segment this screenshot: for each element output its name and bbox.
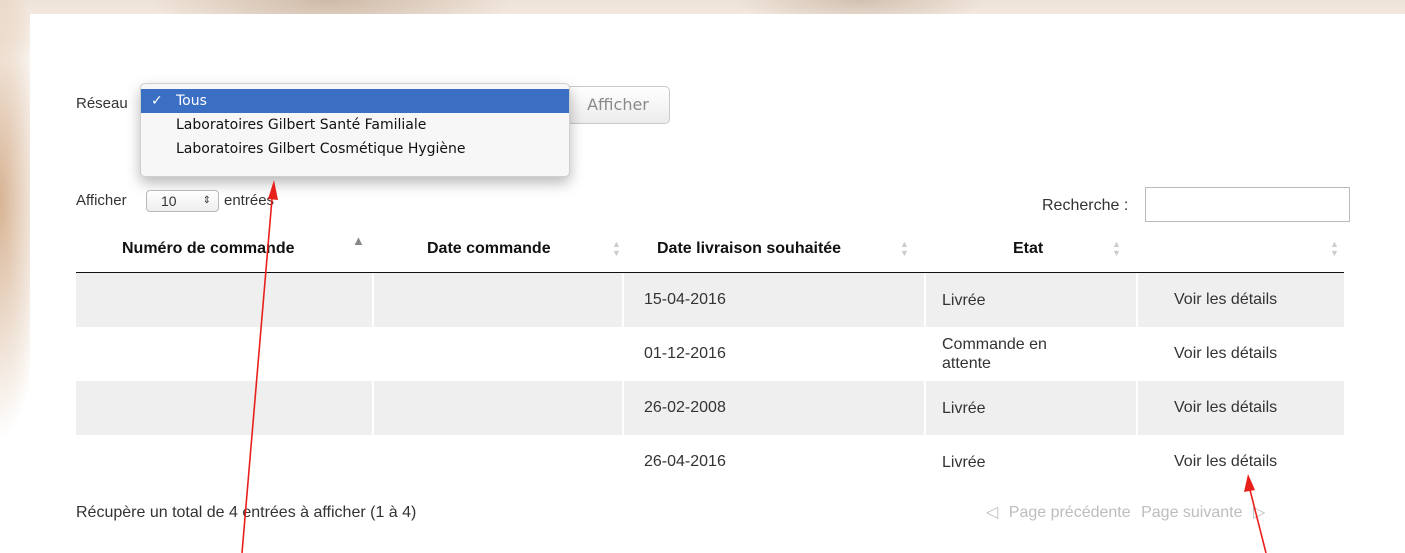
sort-both-icon[interactable]: ▲▼ (1330, 240, 1339, 258)
dropdown-option-sante-familiale[interactable]: Laboratoires Gilbert Santé Familiale (141, 113, 569, 137)
cell-date-commande (374, 381, 622, 435)
option-label: Laboratoires Gilbert Cosmétique Hygiène (176, 141, 466, 157)
dropdown-option-cosmetique-hygiene[interactable]: Laboratoires Gilbert Cosmétique Hygiène (141, 137, 569, 161)
afficher-button[interactable]: Afficher (566, 86, 670, 124)
next-arrow-icon[interactable]: ▷ (1253, 504, 1265, 521)
cell-date-commande (374, 327, 622, 381)
option-label: Laboratoires Gilbert Santé Familiale (176, 117, 427, 133)
orders-table: Numéro de commande ▲ Date commande ▲▼ Da… (76, 226, 1344, 489)
sort-both-icon[interactable]: ▲▼ (900, 240, 909, 258)
column-header-date-commande[interactable]: Date commande (427, 226, 551, 272)
table-row: 15-04-2016 Livrée Voir les détails (76, 273, 1344, 327)
column-header-etat[interactable]: Etat (1013, 226, 1043, 272)
sort-both-icon[interactable]: ▲▼ (612, 240, 621, 258)
column-header-label: Date commande (427, 240, 551, 257)
previous-arrow-icon[interactable]: ◁ (986, 504, 998, 521)
cell-date-commande (374, 273, 622, 327)
column-header-date-livraison[interactable]: Date livraison souhaitée (657, 226, 841, 272)
search-label: Recherche : (1042, 197, 1129, 214)
cell-numero (76, 327, 372, 381)
next-page-link[interactable]: Page suivante (1141, 504, 1242, 521)
select-arrows-icon: ⇕ (202, 195, 211, 206)
column-header-label: Date livraison souhaitée (657, 240, 842, 257)
cell-numero (76, 435, 372, 489)
sort-both-icon[interactable]: ▲▼ (1112, 240, 1121, 258)
table-row: 26-04-2016 Livrée Voir les détails (76, 435, 1344, 489)
entries-length-select[interactable]: 10 ⇕ (146, 190, 219, 212)
reseau-dropdown-menu[interactable]: ✓ Tous Laboratoires Gilbert Santé Famili… (140, 83, 570, 177)
column-header-numero[interactable]: Numéro de commande (122, 226, 294, 272)
table-row: 26-02-2008 Livrée Voir les détails (76, 381, 1344, 435)
show-entries-suffix: entrées (224, 192, 275, 209)
pagination: ◁ Page précédente Page suivante ▷ (986, 502, 1271, 522)
dropdown-option-tous[interactable]: ✓ Tous (141, 89, 569, 113)
show-entries-prefix: Afficher (76, 192, 127, 209)
cell-etat: Livrée (942, 453, 986, 471)
checkmark-icon: ✓ (151, 93, 163, 109)
voir-details-link[interactable]: Voir les détails (1138, 381, 1344, 435)
cell-numero (76, 273, 372, 327)
cell-date-commande (374, 435, 622, 489)
previous-page-link[interactable]: Page précédente (1009, 504, 1131, 521)
cell-numero (76, 381, 372, 435)
voir-details-link[interactable]: Voir les détails (1138, 327, 1344, 381)
search-input[interactable] (1145, 187, 1350, 222)
sort-ascending-icon[interactable]: ▲ (352, 234, 365, 247)
table-row: 01-12-2016 Commande en attente Voir les … (76, 327, 1344, 381)
cell-date-livraison: 26-02-2008 (624, 381, 924, 435)
option-label: Tous (176, 93, 207, 109)
table-header: Numéro de commande ▲ Date commande ▲▼ Da… (76, 226, 1344, 273)
cell-etat: Livrée (926, 381, 1136, 435)
voir-details-link[interactable]: Voir les détails (1138, 435, 1344, 489)
cell-date-livraison: 01-12-2016 (644, 345, 726, 362)
reseau-label: Réseau (76, 95, 128, 112)
entries-length-value: 10 (161, 193, 177, 209)
voir-details-link[interactable]: Voir les détails (1138, 273, 1344, 327)
column-header-label: Etat (1013, 240, 1044, 257)
cell-etat: Livrée (926, 273, 1136, 327)
cell-date-livraison: 26-04-2016 (644, 453, 726, 470)
cell-etat: Commande en attente (942, 336, 1047, 372)
table-info: Récupère un total de 4 entrées à affiche… (76, 504, 417, 521)
cell-date-livraison: 15-04-2016 (624, 273, 924, 327)
column-header-label: Numéro de commande (122, 240, 295, 257)
